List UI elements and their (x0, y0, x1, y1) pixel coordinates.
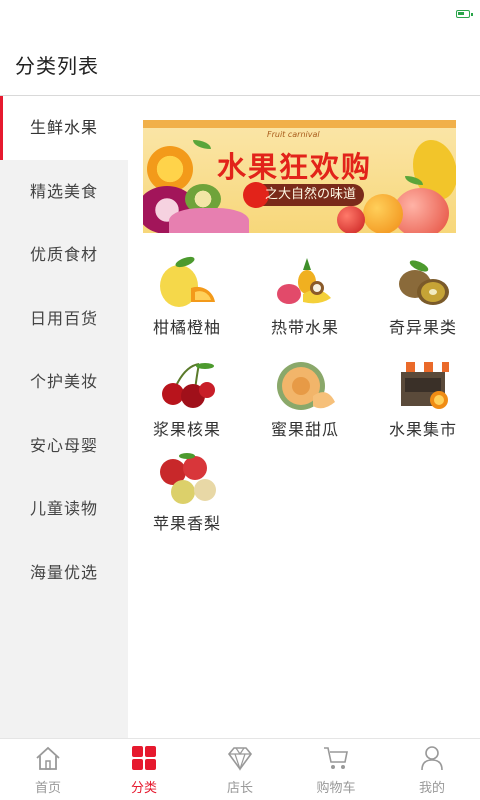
category-sidebar: 生鲜水果 精选美食 优质食材 日用百货 个护美妆 安心母婴 儿童读物 海量优选 (0, 96, 128, 738)
category-citrus[interactable]: 柑橘橙柚 (128, 254, 246, 349)
category-berries[interactable]: 浆果核果 (128, 356, 246, 451)
flowers-decoration (169, 208, 249, 233)
sidebar-item-kids-books[interactable]: 儿童读物 (0, 477, 128, 541)
apple-decoration (337, 206, 365, 233)
battery-icon (456, 10, 473, 18)
user-icon (421, 746, 443, 771)
cart-icon (324, 747, 348, 769)
tab-category[interactable]: 分类 (96, 739, 192, 800)
bottom-tab-bar: 首页 分类 店长 购物车 我的 (0, 738, 480, 800)
tab-label: 首页 (34, 781, 61, 796)
category-apples-pears[interactable]: 苹果香梨 (128, 450, 246, 545)
category-label: 苹果香梨 (152, 514, 221, 533)
tab-label: 店长 (226, 781, 253, 796)
tab-cart[interactable]: 购物车 (288, 739, 384, 800)
tab-home[interactable]: 首页 (0, 739, 96, 800)
tropical-fruit-icon (277, 258, 331, 304)
category-fruit-market[interactable]: 水果集市 (364, 356, 480, 451)
sidebar-item-selected-food[interactable]: 精选美食 (0, 160, 128, 224)
category-label: 水果集市 (388, 420, 457, 439)
home-icon (36, 746, 60, 770)
category-label: 柑橘橙柚 (152, 318, 221, 337)
category-melons[interactable]: 蜜果甜瓜 (246, 356, 364, 451)
banner-subtitle-english: Fruit carnival (267, 130, 320, 139)
category-grid-icon (132, 746, 156, 770)
kiwi-icon (399, 260, 449, 305)
tab-label: 我的 (418, 781, 445, 796)
promo-banner[interactable]: Fruit carnival 水果狂欢购 之大自然の味道 (143, 120, 456, 233)
page-header: 分类列表 (0, 32, 480, 96)
sidebar-item-mass-selection[interactable]: 海量优选 (0, 541, 128, 605)
banner-tagline: 之大自然の味道 (242, 182, 365, 208)
tab-profile[interactable]: 我的 (384, 739, 480, 800)
sidebar-item-fresh-fruit[interactable]: 生鲜水果 (0, 96, 128, 160)
page-title: 分类列表 (15, 54, 99, 78)
sidebar-item-daily-goods[interactable]: 日用百货 (0, 287, 128, 351)
category-label: 热带水果 (270, 318, 339, 337)
tab-label: 分类 (130, 781, 157, 796)
orange-decoration (363, 194, 403, 233)
sidebar-item-mother-baby[interactable]: 安心母婴 (0, 414, 128, 478)
fruit-stand-icon (397, 362, 449, 409)
tab-store-manager[interactable]: 店长 (192, 739, 288, 800)
banner-ribbon (143, 120, 456, 128)
orange-slice-decoration (147, 146, 193, 192)
banner-title: 水果狂欢购 (217, 150, 373, 184)
tab-label: 购物车 (316, 781, 356, 796)
category-label: 浆果核果 (152, 420, 221, 439)
cherry-icon (162, 363, 215, 408)
melon-icon (277, 362, 335, 410)
status-bar (0, 0, 480, 32)
category-label: 蜜果甜瓜 (270, 420, 339, 439)
citrus-icon (160, 256, 215, 307)
category-content: Fruit carnival 水果狂欢购 之大自然の味道 柑橘橙柚 热带水果 奇… (128, 96, 480, 738)
banner-tagline-text: 之大自然の味道 (265, 187, 357, 202)
category-label: 奇异果类 (388, 318, 457, 337)
category-tropical[interactable]: 热带水果 (246, 254, 364, 349)
diamond-icon (227, 747, 253, 771)
category-kiwi[interactable]: 奇异果类 (364, 254, 480, 349)
leaf-decoration (193, 140, 211, 149)
sidebar-item-personal-care[interactable]: 个护美妆 (0, 350, 128, 414)
apple-pear-icon (160, 453, 216, 504)
sidebar-item-quality-ingredients[interactable]: 优质食材 (0, 223, 128, 287)
